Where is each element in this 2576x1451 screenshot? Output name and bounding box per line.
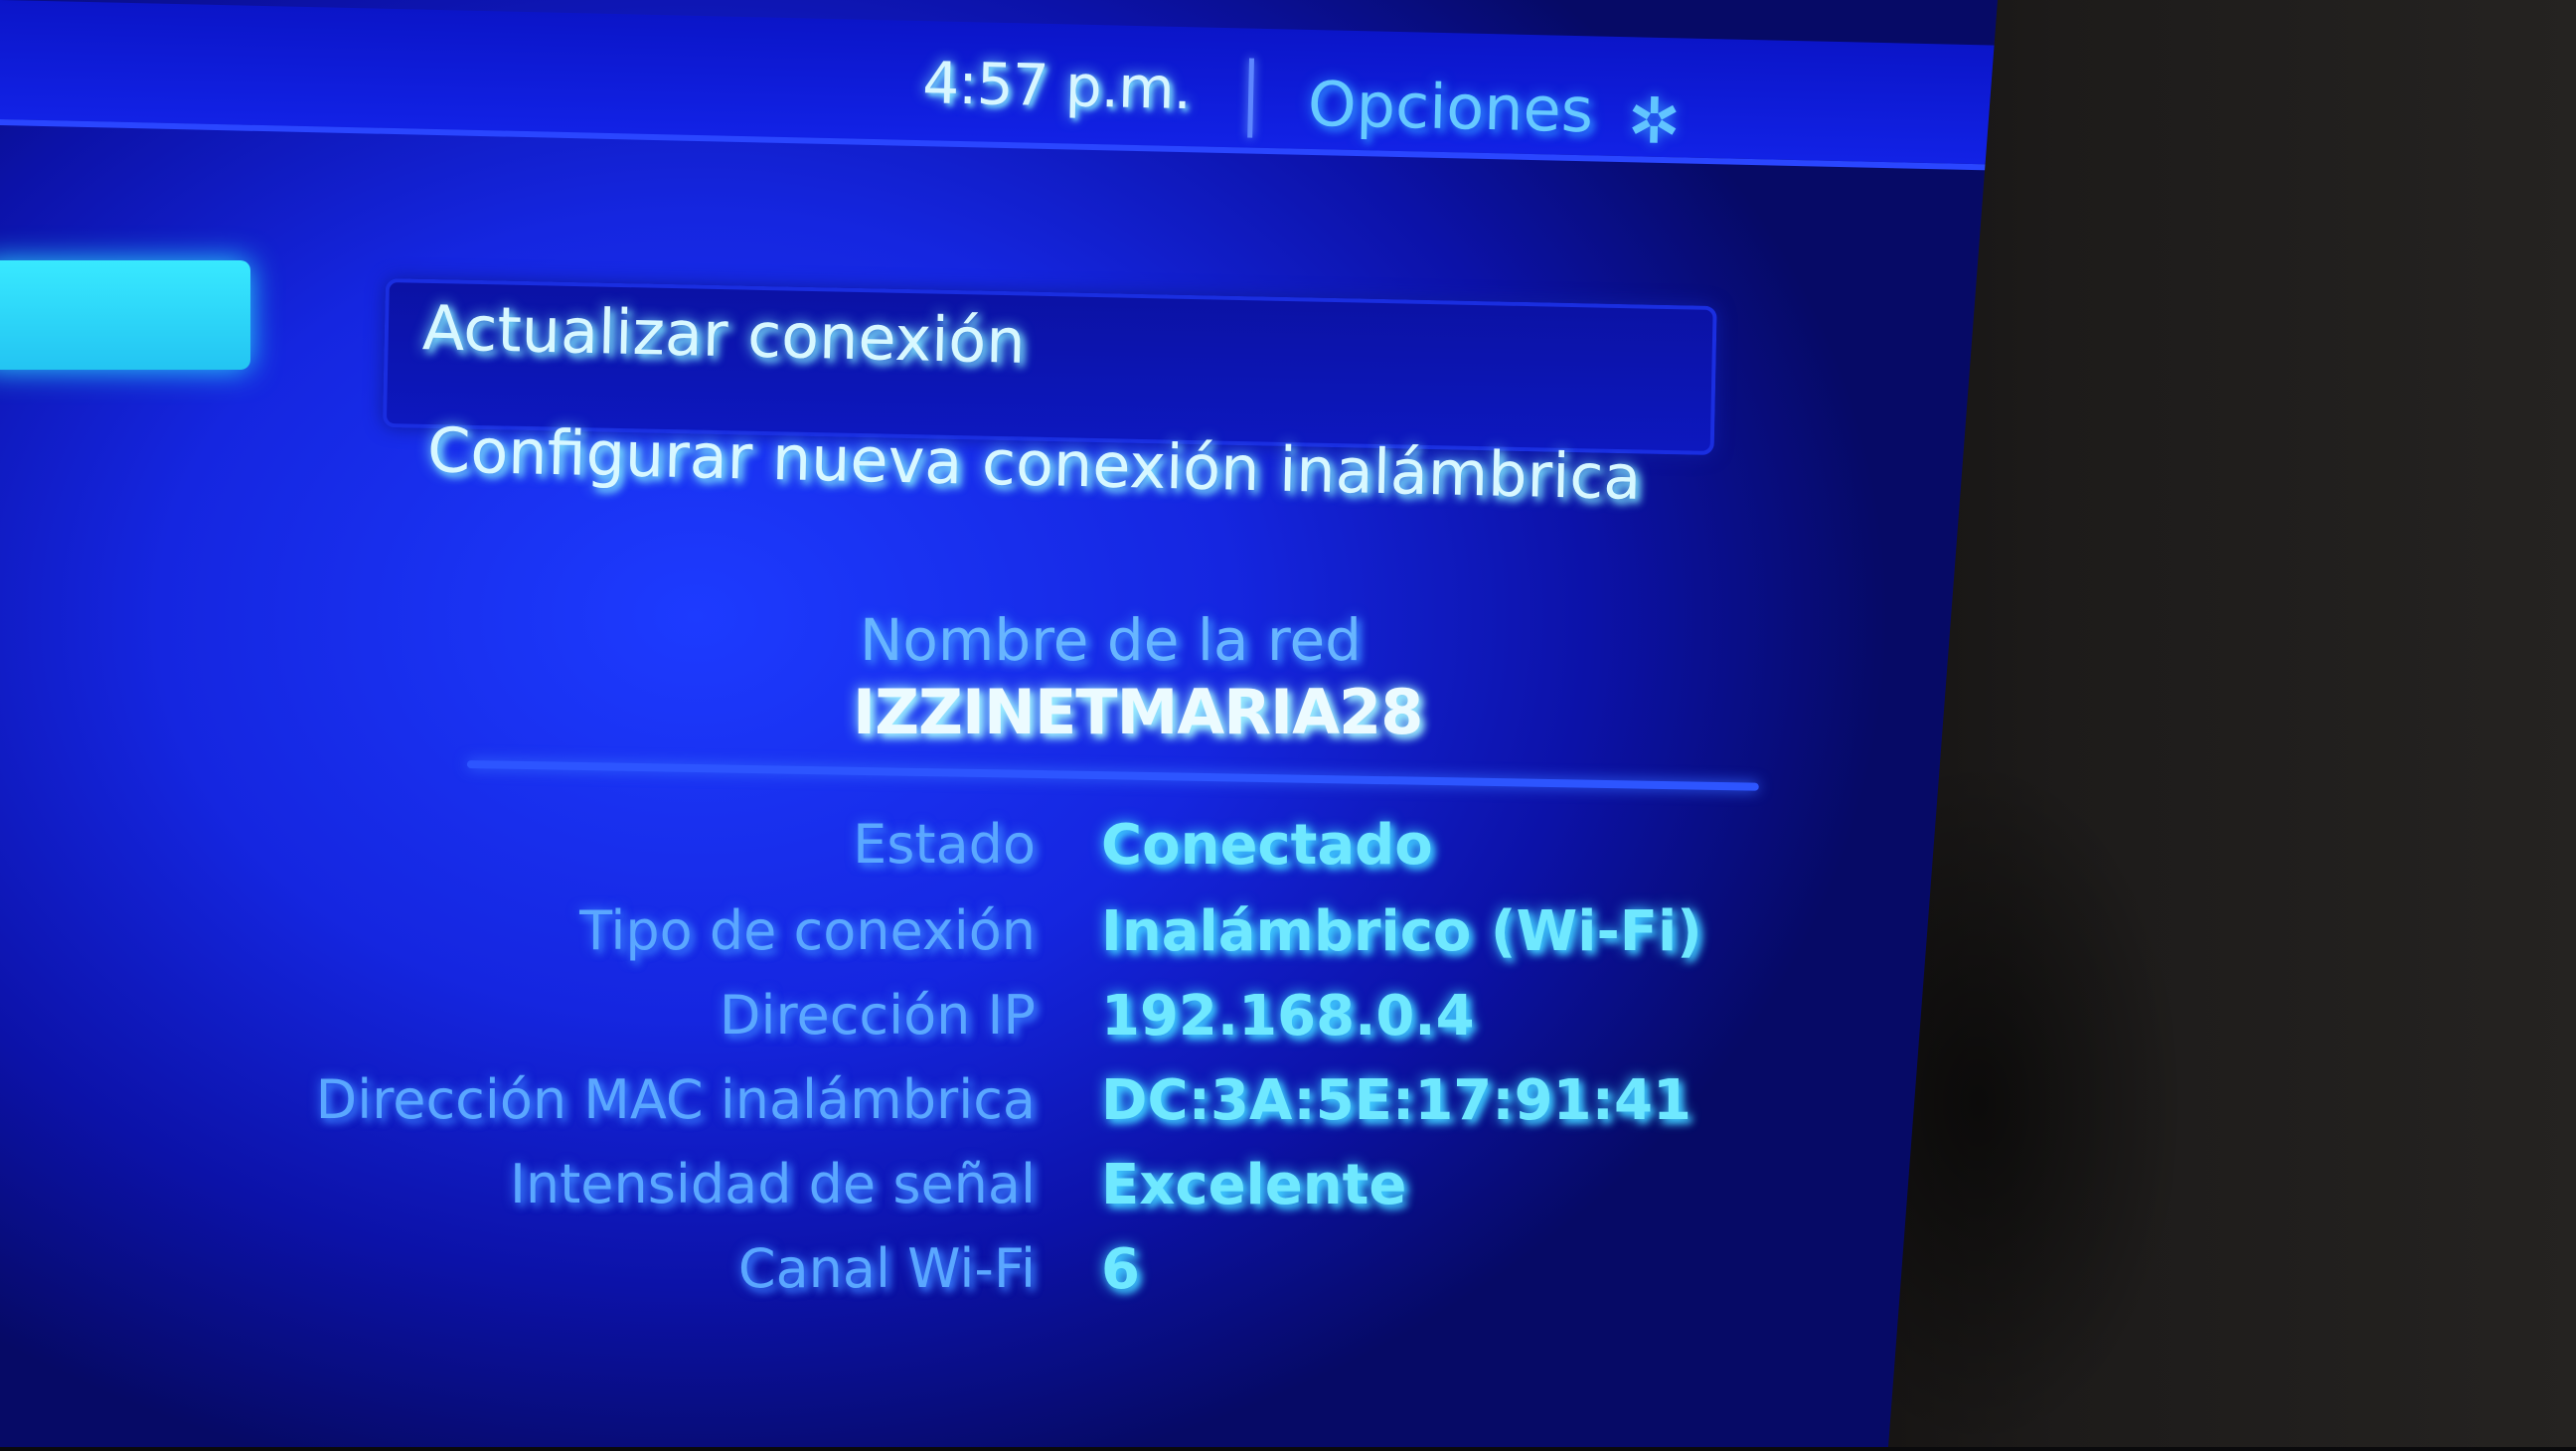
info-value: 6 [1101,1237,1140,1302]
asterisk-icon: ✲ [1626,84,1683,160]
info-row-wifi-channel: Canal Wi-Fi 6 [0,1237,1789,1317]
tv-screen: 4:57 p.m. Opciones ✲ Actualizar conexión… [0,0,1998,1447]
clock-time: 4:57 p.m. [921,49,1192,123]
network-name-value: IZZINETMARIA28 [853,676,1423,748]
info-label: Intensidad de señal [509,1153,1036,1215]
info-label: Dirección MAC inalámbrica [315,1068,1036,1131]
info-value: Inalámbrico (Wi-Fi) [1101,899,1702,964]
info-label: Tipo de conexión [579,899,1036,962]
info-row-signal-strength: Intensidad de señal Excelente [0,1153,1789,1232]
header-bar: 4:57 p.m. Opciones ✲ [0,0,1998,171]
info-label: Estado [853,813,1036,876]
section-divider [466,760,1759,791]
info-value: Excelente [1101,1153,1407,1217]
info-row-connection-type: Tipo de conexión Inalámbrico (Wi-Fi) [0,899,1789,979]
info-row-status: Estado Conectado [0,813,1789,892]
sidebar-selected-item[interactable] [0,260,250,370]
info-label: Dirección IP [719,984,1036,1047]
info-row-mac-address: Dirección MAC inalámbrica DC:3A:5E:17:91… [0,1068,1789,1148]
info-value: Conectado [1101,813,1433,878]
network-name-label: Nombre de la red [860,606,1362,674]
info-row-ip-address: Dirección IP 192.168.0.4 [0,984,1789,1063]
info-value: DC:3A:5E:17:91:41 [1101,1068,1691,1133]
info-label: Canal Wi-Fi [737,1237,1036,1300]
options-button[interactable]: Opciones [1307,68,1594,146]
info-value: 192.168.0.4 [1101,984,1475,1048]
menu-item-update-connection[interactable]: Actualizar conexión [421,291,1026,378]
header-divider [1247,58,1254,138]
